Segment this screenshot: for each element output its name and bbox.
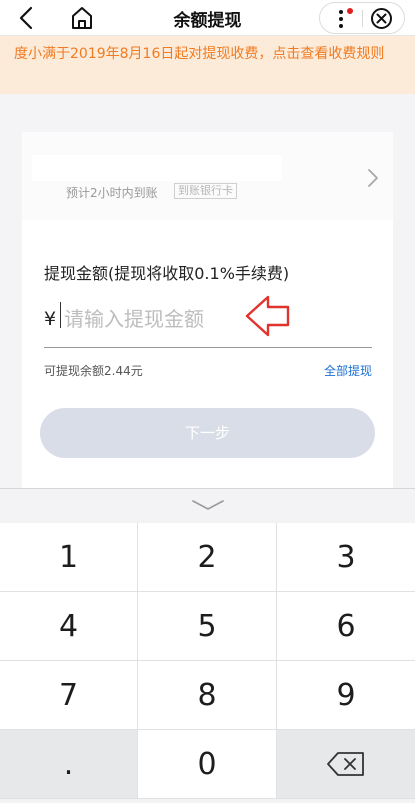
withdraw-amount-label: 提现金额(提现将收取0.1%手续费) <box>44 264 290 283</box>
keypad-grid: 1 2 3 4 5 6 7 8 9 . 0 <box>0 523 415 803</box>
key-7[interactable]: 7 <box>0 661 138 730</box>
key-1[interactable]: 1 <box>0 523 138 592</box>
annotation-arrow-icon <box>245 295 290 337</box>
fee-notice-banner[interactable]: 度小满于2019年8月16日起对提现收费，点击查看收费规则 <box>0 36 415 94</box>
key-5[interactable]: 5 <box>138 592 277 661</box>
amount-field[interactable]: ¥ <box>44 294 372 348</box>
keyboard-collapse-bar[interactable] <box>0 489 415 523</box>
text-cursor <box>60 302 61 328</box>
key-6[interactable]: 6 <box>277 592 415 661</box>
key-delete[interactable] <box>277 730 415 799</box>
notification-dot <box>347 8 353 14</box>
bank-card-tag: 到账银行卡 <box>174 183 237 199</box>
key-4[interactable]: 4 <box>0 592 138 661</box>
key-0[interactable]: 0 <box>138 730 277 799</box>
backspace-icon <box>327 752 364 776</box>
capsule-divider <box>362 10 363 27</box>
numeric-keyboard: 1 2 3 4 5 6 7 8 9 . 0 <box>0 488 415 802</box>
arrival-time-text: 预计2小时内到账 <box>66 186 158 200</box>
bank-card-selector[interactable]: 预计2小时内到账 到账银行卡 <box>22 132 393 220</box>
available-balance: 可提现余额2.44元 <box>44 364 143 378</box>
currency-symbol: ¥ <box>44 308 57 330</box>
close-icon[interactable] <box>370 7 393 30</box>
amount-input[interactable] <box>64 304 264 334</box>
key-2[interactable]: 2 <box>138 523 277 592</box>
next-step-button[interactable]: 下一步 <box>40 408 375 458</box>
key-3[interactable]: 3 <box>277 523 415 592</box>
top-bar: 余额提现 <box>0 0 415 36</box>
chevron-right-icon <box>368 169 378 187</box>
mini-program-capsule <box>319 2 405 34</box>
key-8[interactable]: 8 <box>138 661 277 730</box>
withdraw-all-link[interactable]: 全部提现 <box>324 362 372 379</box>
key-dot[interactable]: . <box>0 730 138 799</box>
key-9[interactable]: 9 <box>277 661 415 730</box>
withdraw-form: 提现金额(提现将收取0.1%手续费) ¥ 可提现余额2.44元 全部提现 下一步 <box>22 220 393 488</box>
bank-name-redacted <box>32 155 282 181</box>
chevron-down-icon[interactable] <box>191 498 225 512</box>
